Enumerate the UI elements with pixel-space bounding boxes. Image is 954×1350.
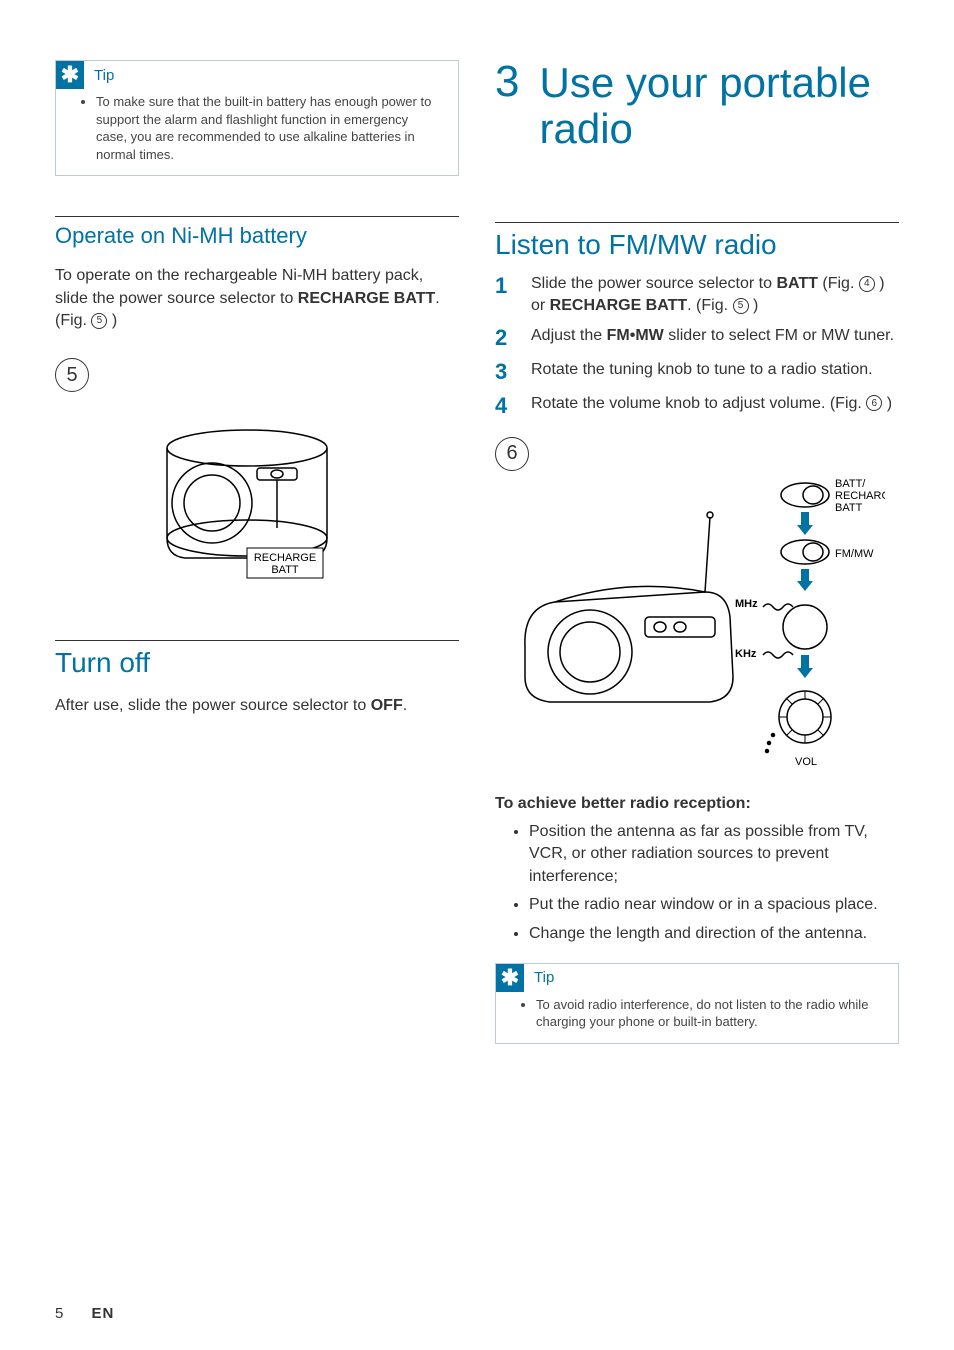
fig-ref-5-icon: 5 — [91, 313, 107, 329]
bullet-item: Put the radio near window or in a spacio… — [529, 894, 899, 916]
step-number: 2 — [495, 325, 515, 351]
step-text: Slide the power source selector to BATT … — [531, 273, 899, 316]
tip-text: To make sure that the built-in battery h… — [96, 93, 442, 163]
step-number: 4 — [495, 393, 515, 419]
tip-label: Tip — [534, 969, 554, 986]
tip-box-interference: ✱ Tip To avoid radio interference, do no… — [495, 963, 899, 1044]
fig-ref-icon: 4 — [859, 276, 875, 292]
nimh-para: To operate on the rechargeable Ni-MH bat… — [55, 265, 459, 332]
svg-text:BATT: BATT — [271, 564, 299, 576]
svg-text:KHz: KHz — [735, 648, 757, 660]
svg-text:VOL: VOL — [795, 756, 817, 768]
step-item: 3 Rotate the tuning knob to tune to a rad… — [495, 359, 899, 385]
step-item: 1 Slide the power source selector to BATT… — [495, 273, 899, 316]
chapter-heading: 3 Use your portable radio — [495, 60, 899, 152]
fig-ref-icon: 6 — [866, 395, 882, 411]
figure-number-5: 5 — [55, 358, 89, 392]
tip-asterisk-icon: ✱ — [56, 61, 84, 89]
svg-text:BATT: BATT — [835, 502, 863, 514]
heading-nimh: Operate on Ni-MH battery — [55, 216, 459, 249]
tip-box-battery: ✱ Tip To make sure that the built-in bat… — [55, 60, 459, 176]
step-item: 4 Rotate the volume knob to adjust volume… — [495, 393, 899, 419]
tip-text: To avoid radio interference, do not list… — [536, 996, 882, 1031]
tip-label: Tip — [94, 67, 114, 84]
bullet-item: Position the antenna as far as possible … — [529, 821, 899, 888]
figure-number-6: 6 — [495, 437, 529, 471]
reception-bullets: Position the antenna as far as possible … — [495, 821, 899, 945]
bullet-item: Change the length and direction of the a… — [529, 923, 899, 945]
svg-text:RECHARGE: RECHARGE — [254, 552, 316, 564]
illustration-radio-recharge: RECHARGE BATT — [127, 398, 387, 608]
heading-listen: Listen to FM/MW radio — [495, 222, 899, 261]
page-footer: 5 EN — [55, 1305, 114, 1322]
svg-text:RECHARGE: RECHARGE — [835, 490, 885, 502]
step-text: Adjust the FM•MW slider to select FM or … — [531, 325, 894, 351]
svg-text:FM/MW: FM/MW — [835, 548, 874, 560]
better-reception-heading: To achieve better radio reception: — [495, 795, 751, 812]
tip-asterisk-icon: ✱ — [496, 964, 524, 992]
page-number: 5 — [55, 1305, 63, 1322]
page-language: EN — [92, 1305, 115, 1322]
chapter-title: Use your portable radio — [539, 60, 899, 152]
steps-list: 1 Slide the power source selector to BATT… — [495, 273, 899, 418]
illustration-radio-controls: BATT/ RECHARGE BATT FM/MW MHz KHz VOL — [495, 477, 885, 777]
step-item: 2 Adjust the FM•MW slider to select FM or… — [495, 325, 899, 351]
step-text: Rotate the volume knob to adjust volume.… — [531, 393, 892, 419]
heading-turn-off: Turn off — [55, 640, 459, 679]
step-text: Rotate the tuning knob to tune to a radi… — [531, 359, 873, 385]
chapter-number: 3 — [495, 60, 519, 152]
svg-text:BATT/: BATT/ — [835, 478, 866, 490]
fig-ref-icon: 5 — [733, 298, 749, 314]
turnoff-para: After use, slide the power source select… — [55, 695, 459, 717]
step-number: 1 — [495, 273, 515, 316]
step-number: 3 — [495, 359, 515, 385]
svg-text:MHz: MHz — [735, 598, 758, 610]
